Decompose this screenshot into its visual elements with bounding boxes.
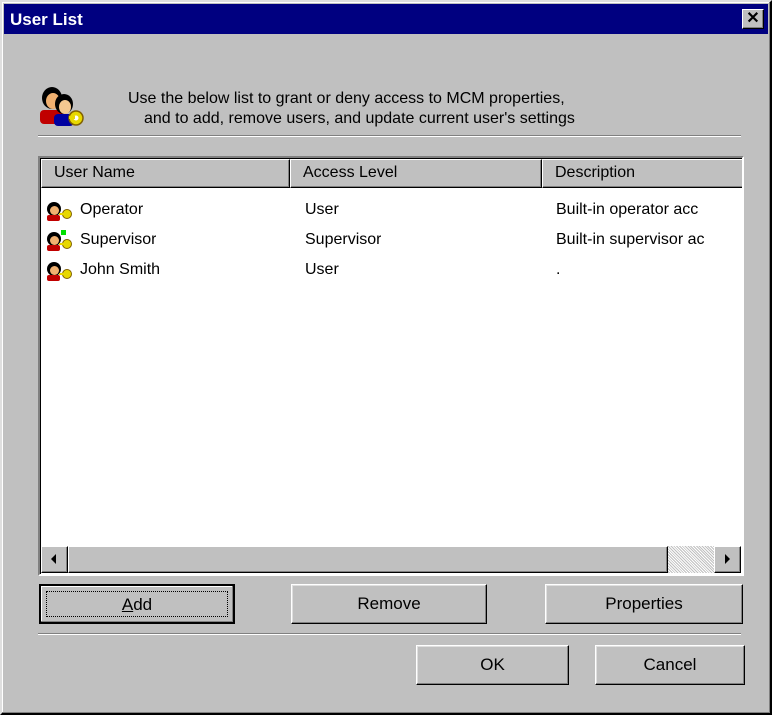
cell-access-level: User xyxy=(305,201,339,218)
user-key-icon xyxy=(47,202,72,221)
cell-access-level: Supervisor xyxy=(305,231,382,248)
cell-user-name: Supervisor xyxy=(80,231,157,248)
properties-button[interactable]: Properties xyxy=(545,584,743,624)
cell-user-name: Operator xyxy=(80,201,144,218)
user-row-operator[interactable]: Operator User Built-in operator acc xyxy=(41,195,741,225)
header-divider xyxy=(38,135,741,137)
user-list-dialog: User List ✕ Use the below list to grant … xyxy=(0,0,772,715)
cell-description: Built-in supervisor ac xyxy=(556,231,705,248)
header-description: Use the below list to grant or deny acce… xyxy=(128,89,738,129)
user-key-icon xyxy=(47,262,72,281)
cell-user-name: John Smith xyxy=(80,261,161,278)
buttons-divider xyxy=(38,633,741,635)
user-list-view[interactable]: User Name Access Level Description Opera… xyxy=(38,156,744,576)
column-header-user-name[interactable]: User Name xyxy=(41,159,290,188)
cell-description: Built-in operator acc xyxy=(556,201,699,218)
scroll-right-button[interactable] xyxy=(714,546,741,573)
cell-access-level: User xyxy=(305,261,339,278)
close-button[interactable]: ✕ xyxy=(742,9,764,29)
window-title: User List xyxy=(10,10,83,29)
user-row-john-smith[interactable]: John Smith User . xyxy=(41,255,741,285)
ok-button[interactable]: OK xyxy=(416,645,569,685)
add-label: dd xyxy=(133,595,153,614)
header-line-1: Use the below list to grant or deny acce… xyxy=(128,90,565,107)
arrow-left-icon xyxy=(51,554,56,564)
cancel-button[interactable]: Cancel xyxy=(595,645,745,685)
header-line-2: and to add, remove users, and update cur… xyxy=(144,110,575,127)
user-row-supervisor[interactable]: Supervisor Supervisor Built-in superviso… xyxy=(41,225,741,255)
scroll-left-button[interactable] xyxy=(41,546,68,573)
arrow-right-icon xyxy=(725,554,730,564)
add-button[interactable]: Add xyxy=(39,584,235,624)
cell-description: . xyxy=(556,261,561,278)
column-header-access-level[interactable]: Access Level xyxy=(290,159,542,188)
users-keys-icon xyxy=(40,87,84,126)
column-header-description[interactable]: Description xyxy=(542,159,742,188)
focus-rectangle: Add xyxy=(46,591,228,617)
title-bar[interactable]: User List ✕ xyxy=(4,4,768,34)
scrollbar-thumb[interactable] xyxy=(68,546,668,573)
user-key-icon xyxy=(47,230,72,251)
remove-button[interactable]: Remove xyxy=(291,584,487,624)
add-mnemonic: A xyxy=(121,595,134,614)
horizontal-scrollbar[interactable] xyxy=(41,546,741,573)
